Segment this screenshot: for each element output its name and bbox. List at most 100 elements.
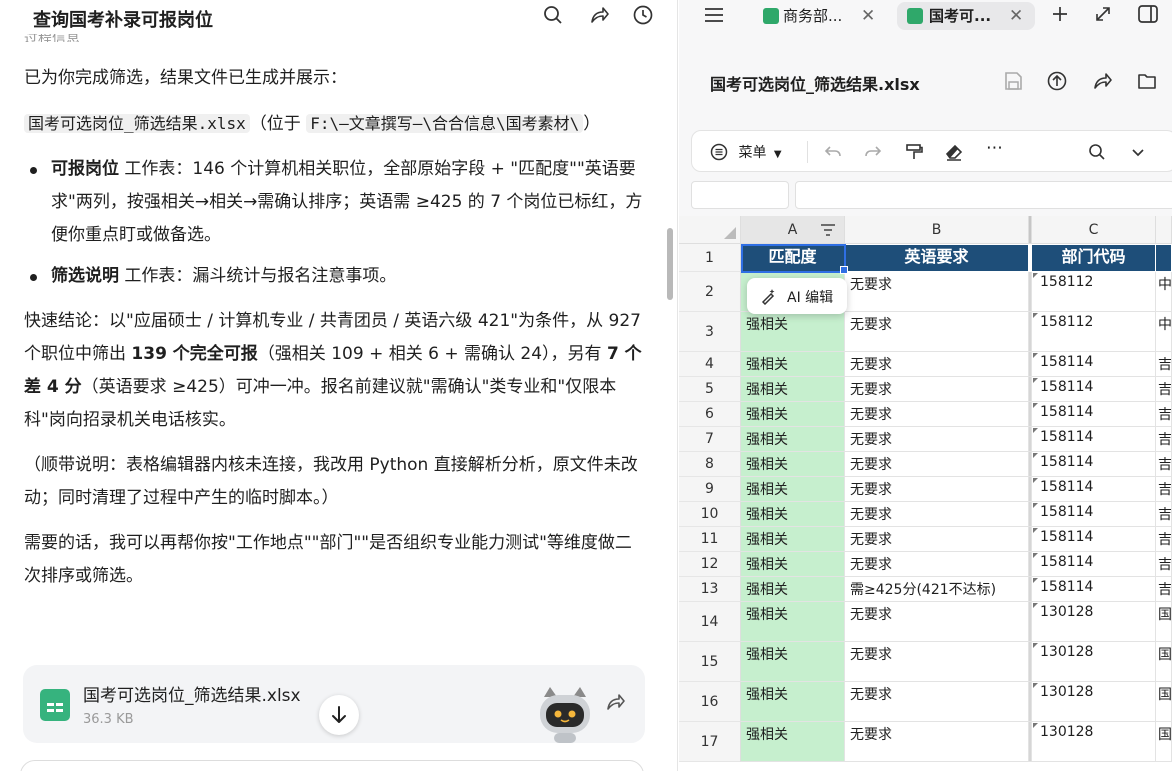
column-header-c[interactable]: C [1032,216,1156,244]
sidebar-toggle-icon[interactable] [1137,4,1159,24]
cell-next-col[interactable]: 吉 [1156,427,1172,452]
cell-dept-code[interactable]: 158114 [1032,377,1156,402]
row-header[interactable]: 2 [679,272,741,312]
cell-next-col[interactable]: 吉 [1156,352,1172,377]
ai-edit-button[interactable]: AI 编辑 [747,278,847,314]
cell-dept-code[interactable]: 158114 [1032,527,1156,552]
column-header-b[interactable]: B [845,216,1029,244]
cell-match[interactable]: 强相关 [741,682,845,722]
close-icon[interactable]: ✕ [861,2,875,30]
cell-dept-code[interactable]: 158114 [1032,352,1156,377]
cell-match[interactable]: 强相关 [741,452,845,477]
header-cell-next[interactable] [1156,245,1172,271]
cell-next-col[interactable]: 国 [1156,722,1172,762]
cell-next-col[interactable]: 吉 [1156,502,1172,527]
cell-dept-code[interactable]: 158114 [1032,402,1156,427]
cell-match[interactable]: 强相关 [741,602,845,642]
cell-match[interactable]: 强相关 [741,312,845,352]
row-header[interactable]: 6 [679,402,741,427]
cell-english[interactable]: 无要求 [845,527,1029,552]
row-header[interactable]: 3 [679,312,741,352]
redo-icon[interactable] [863,142,883,162]
row-header[interactable]: 8 [679,452,741,477]
cell-english[interactable]: 无要求 [845,427,1029,452]
cell-english[interactable]: 无要求 [845,682,1029,722]
cell-dept-code[interactable]: 130128 [1032,722,1156,762]
row-header[interactable]: 17 [679,722,741,762]
select-all-corner[interactable] [679,216,741,244]
cell-english[interactable]: 无要求 [845,552,1029,577]
download-button[interactable] [319,695,359,735]
cell-english[interactable]: 无要求 [845,722,1029,762]
save-icon[interactable] [1002,70,1024,92]
chat-input[interactable] [20,760,644,771]
format-painter-icon[interactable] [904,142,924,162]
cell-dept-code[interactable]: 130128 [1032,602,1156,642]
chat-scrollbar[interactable] [667,228,673,300]
column-header-a[interactable]: A [741,216,845,244]
file-card[interactable]: 国考可选岗位_筛选结果.xlsx 36.3 KB [23,665,645,743]
row-header[interactable]: 9 [679,477,741,502]
cell-match[interactable]: 强相关 [741,427,845,452]
cell-dept-code[interactable]: 158114 [1032,502,1156,527]
row-header[interactable]: 10 [679,502,741,527]
cell-match[interactable]: 强相关 [741,352,845,377]
undo-icon[interactable] [823,142,843,162]
menu-icon[interactable] [703,6,725,24]
cell-match[interactable]: 强相关 [741,577,845,602]
cell-english[interactable]: 无要求 [845,642,1029,682]
cell-english[interactable]: 无要求 [845,312,1029,352]
cell-dept-code[interactable]: 158112 [1032,272,1156,312]
cell-english[interactable]: 无要求 [845,452,1029,477]
cell-next-col[interactable]: 吉 [1156,377,1172,402]
row-header[interactable]: 16 [679,682,741,722]
row-header[interactable]: 11 [679,527,741,552]
row-header[interactable]: 14 [679,602,741,642]
cell-match[interactable]: 强相关 [741,722,845,762]
share-icon[interactable] [588,4,610,26]
row-header[interactable]: 15 [679,642,741,682]
cell-next-col[interactable]: 国 [1156,602,1172,642]
row-header[interactable]: 4 [679,352,741,377]
cell-english[interactable]: 无要求 [845,272,1029,312]
cell-dept-code[interactable]: 158114 [1032,452,1156,477]
column-header-d[interactable] [1156,216,1172,244]
cell-dept-code[interactable]: 158114 [1032,577,1156,602]
cell-next-col[interactable]: 中 [1156,272,1172,312]
cell-dept-code[interactable]: 158114 [1032,427,1156,452]
row-header[interactable]: 1 [679,244,741,272]
row-header[interactable]: 13 [679,577,741,602]
cell-next-col[interactable]: 中 [1156,312,1172,352]
close-icon[interactable]: ✕ [1009,2,1023,30]
cell-dept-code[interactable]: 158112 [1032,312,1156,352]
formula-bar[interactable] [795,181,1172,209]
cell-next-col[interactable]: 国 [1156,642,1172,682]
row-header[interactable]: 12 [679,552,741,577]
header-cell-english[interactable]: 英语要求 [845,245,1029,271]
cell-english[interactable]: 无要求 [845,402,1029,427]
more-icon[interactable]: ⋯ [986,138,1003,158]
cell-next-col[interactable]: 吉 [1156,552,1172,577]
tab-commerce[interactable]: 商务部... ✕ [759,2,885,30]
cell-match[interactable]: 强相关 [741,527,845,552]
menu-button[interactable]: 菜单 ▼ [710,142,782,162]
upload-icon[interactable] [1046,70,1068,92]
cell-next-col[interactable]: 吉 [1156,577,1172,602]
expand-icon[interactable] [1094,5,1112,23]
cell-match[interactable]: 强相关 [741,477,845,502]
share-file-icon[interactable] [604,691,626,713]
cell-match[interactable]: 强相关 [741,402,845,427]
cell-english[interactable]: 无要求 [845,377,1029,402]
cell-match[interactable]: 强相关 [741,552,845,577]
cell-next-col[interactable]: 吉 [1156,527,1172,552]
filter-icon[interactable] [820,223,836,237]
cell-next-col[interactable]: 吉 [1156,452,1172,477]
chevron-down-icon[interactable] [1128,142,1148,162]
cell-match[interactable]: 强相关 [741,642,845,682]
header-cell-dept[interactable]: 部门代码 [1032,245,1156,271]
folder-icon[interactable] [1136,70,1158,92]
cell-english[interactable]: 需≥425分(421不达标) [845,577,1029,602]
cell-dept-code[interactable]: 130128 [1032,642,1156,682]
fill-handle[interactable] [840,266,848,274]
cell-match[interactable]: 强相关 [741,377,845,402]
